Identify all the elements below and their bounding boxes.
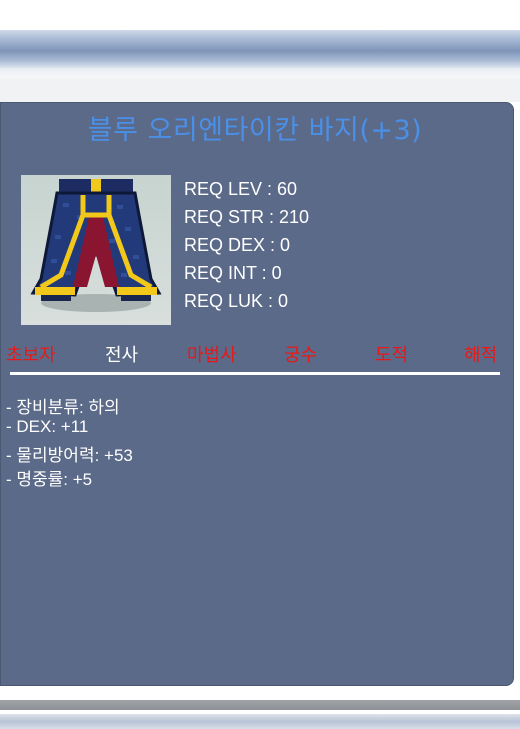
req-dex: REQ DEX : 0: [184, 235, 291, 255]
top-gap: [0, 78, 520, 102]
job-list: 초보자 전사 마법사 궁수 도적 해적: [0, 341, 510, 367]
job-magician: 마법사: [187, 345, 237, 366]
job-beginner: 초보자: [6, 345, 56, 366]
bottom-decor-band-2: [0, 714, 520, 729]
stat-category: - 장비분류: 하의: [6, 398, 120, 417]
req-int: REQ INT : 0: [184, 263, 282, 283]
stat-accuracy: - 명중률: +5: [6, 470, 93, 489]
job-thief: 도적: [375, 345, 409, 366]
req-luk: REQ LUK : 0: [184, 291, 289, 311]
divider: [10, 372, 500, 375]
top-decor-line: [0, 68, 520, 78]
top-decor-band: [0, 30, 520, 68]
req-level: REQ LEV : 60: [184, 179, 298, 199]
job-warrior: 전사: [105, 345, 139, 366]
stat-defense: - 물리방어력: +53: [6, 446, 133, 465]
bottom-decor-band: [0, 700, 520, 710]
pants-icon: [30, 179, 162, 312]
item-image-frame: [21, 175, 171, 325]
job-bowman: 궁수: [284, 345, 318, 366]
req-str: REQ STR : 210: [184, 207, 310, 227]
stat-dex: - DEX: +11: [6, 417, 89, 436]
item-name: 블루 오리엔타이칸 바지(+3): [87, 115, 423, 146]
job-pirate: 해적: [464, 345, 498, 366]
